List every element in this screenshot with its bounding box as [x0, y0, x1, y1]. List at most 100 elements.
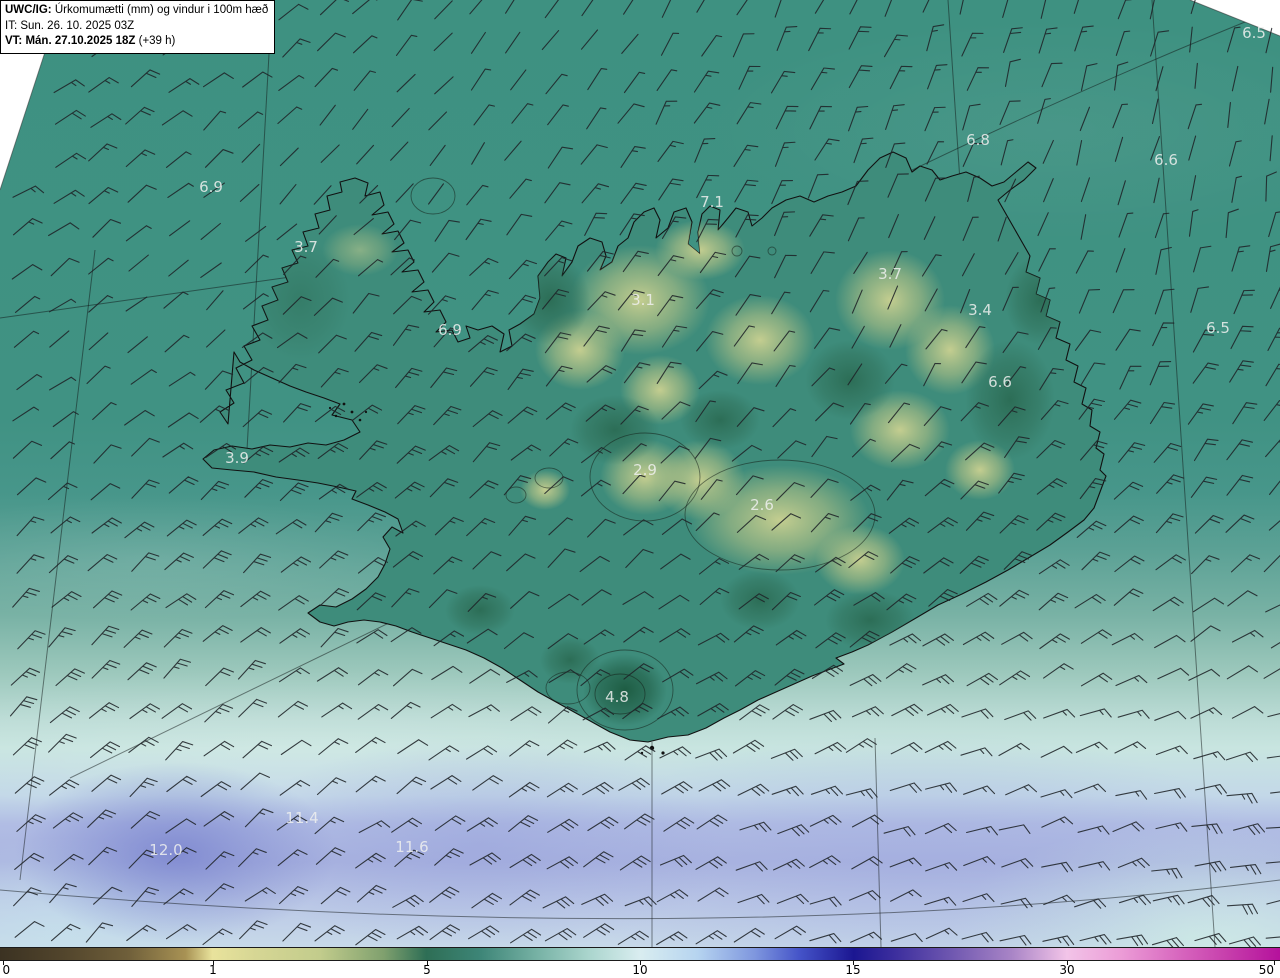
- wind-barb: [1078, 861, 1111, 871]
- wind-barb: [1265, 860, 1280, 872]
- wind-barb: [1080, 177, 1091, 203]
- wind-barb: [1193, 245, 1212, 273]
- wind-barb: [966, 672, 998, 687]
- wind-barb: [55, 668, 85, 687]
- wind-barb: [88, 332, 109, 351]
- wind-barb: [999, 670, 1031, 686]
- wind-barb: [352, 0, 378, 15]
- value-label: 3.7: [878, 265, 902, 283]
- wind-barb: [205, 851, 235, 870]
- wind-barb: [1075, 741, 1108, 753]
- wind-barb: [17, 630, 46, 650]
- wind-barb: [1188, 209, 1199, 237]
- wind-barb: [544, 928, 577, 942]
- wind-barb: [16, 554, 45, 574]
- wind-barb: [1117, 709, 1150, 719]
- wind-barb: [1155, 513, 1184, 534]
- wind-barb: [161, 703, 193, 719]
- wind-barb: [321, 702, 353, 718]
- value-label: 3.4: [968, 301, 992, 319]
- wind-barb: [735, 861, 768, 872]
- wind-barb: [238, 848, 267, 868]
- wind-barb: [280, 556, 312, 573]
- wind-barb: [205, 667, 235, 687]
- wind-barb: [320, 886, 351, 905]
- colorbar-tick-label: 15: [845, 963, 861, 977]
- wind-barb: [961, 708, 994, 719]
- wind-barb: [125, 149, 156, 168]
- wind-barb: [429, 924, 461, 941]
- wind-barb: [733, 927, 765, 943]
- wind-barb: [206, 290, 224, 311]
- wind-barb: [776, 893, 809, 905]
- wind-barb: [774, 925, 806, 940]
- wind-barb: [547, 818, 579, 833]
- wind-barb: [356, 884, 387, 903]
- wind-barb: [283, 403, 312, 423]
- wind-barb: [738, 65, 761, 90]
- wind-barb: [890, 933, 923, 943]
- wind-barb: [1192, 362, 1219, 384]
- wind-barb: [203, 811, 235, 827]
- wind-barb: [429, 886, 460, 903]
- wind-barb: [1187, 403, 1214, 425]
- wind-barb: [434, 815, 466, 831]
- wind-barb: [200, 262, 222, 278]
- wind-barb: [1228, 140, 1242, 167]
- wind-barb: [128, 254, 149, 272]
- wind-barb: [966, 67, 990, 91]
- wind-barb: [16, 373, 43, 391]
- wind-barb: [587, 68, 608, 91]
- wind-barb: [659, 746, 692, 759]
- wind-barb: [85, 922, 114, 943]
- wind-barb: [1231, 629, 1264, 643]
- wind-barb: [1152, 894, 1185, 906]
- wind-barb: [275, 519, 307, 535]
- colorbar-tick-label: 30: [1059, 963, 1075, 977]
- wind-barb: [1230, 325, 1254, 350]
- wind-barb: [316, 667, 348, 682]
- wind-barb: [1076, 140, 1083, 166]
- wind-barb: [125, 225, 152, 242]
- wind-barb: [695, 856, 727, 870]
- wind-barb: [127, 336, 148, 354]
- wind-barb: [583, 923, 615, 938]
- wind-barb: [428, 745, 460, 761]
- value-label: 6.5: [1242, 24, 1266, 42]
- wind-barb: [1078, 289, 1101, 314]
- wind-barb: [465, 218, 492, 241]
- wind-barb: [1115, 790, 1148, 800]
- wind-barb: [776, 26, 798, 51]
- wind-barb: [772, 703, 803, 720]
- wind-barb: [204, 590, 235, 609]
- value-label: 7.1: [700, 193, 724, 211]
- wind-barb: [1042, 935, 1075, 947]
- wind-barb: [697, 887, 729, 902]
- wind-barb: [277, 849, 308, 867]
- wind-barb: [1081, 551, 1111, 571]
- wind-barb: [618, 777, 650, 791]
- wind-barb: [395, 183, 414, 203]
- wind-barb: [1118, 212, 1134, 238]
- wind-barb: [1080, 629, 1112, 644]
- wind-barb: [963, 785, 996, 795]
- wind-barb: [282, 38, 311, 58]
- wind-barb: [733, 144, 759, 167]
- wind-barb: [1074, 329, 1102, 351]
- wind-barb: [167, 182, 194, 198]
- wind-barb: [14, 852, 45, 870]
- value-label: 2.9: [633, 461, 657, 479]
- wind-barb: [1004, 710, 1037, 721]
- wind-barb: [777, 824, 810, 837]
- wind-barb: [241, 143, 261, 163]
- wind-barb: [130, 593, 161, 611]
- wind-barb: [465, 745, 498, 760]
- wind-barb: [623, 71, 646, 94]
- wind-barb: [1231, 65, 1239, 92]
- value-label: 6.8: [966, 131, 990, 149]
- wind-barb: [244, 887, 276, 902]
- wind-barb: [90, 113, 122, 128]
- wind-barb: [774, 141, 796, 167]
- wind-barb: [1040, 745, 1073, 758]
- wind-barb: [167, 412, 199, 428]
